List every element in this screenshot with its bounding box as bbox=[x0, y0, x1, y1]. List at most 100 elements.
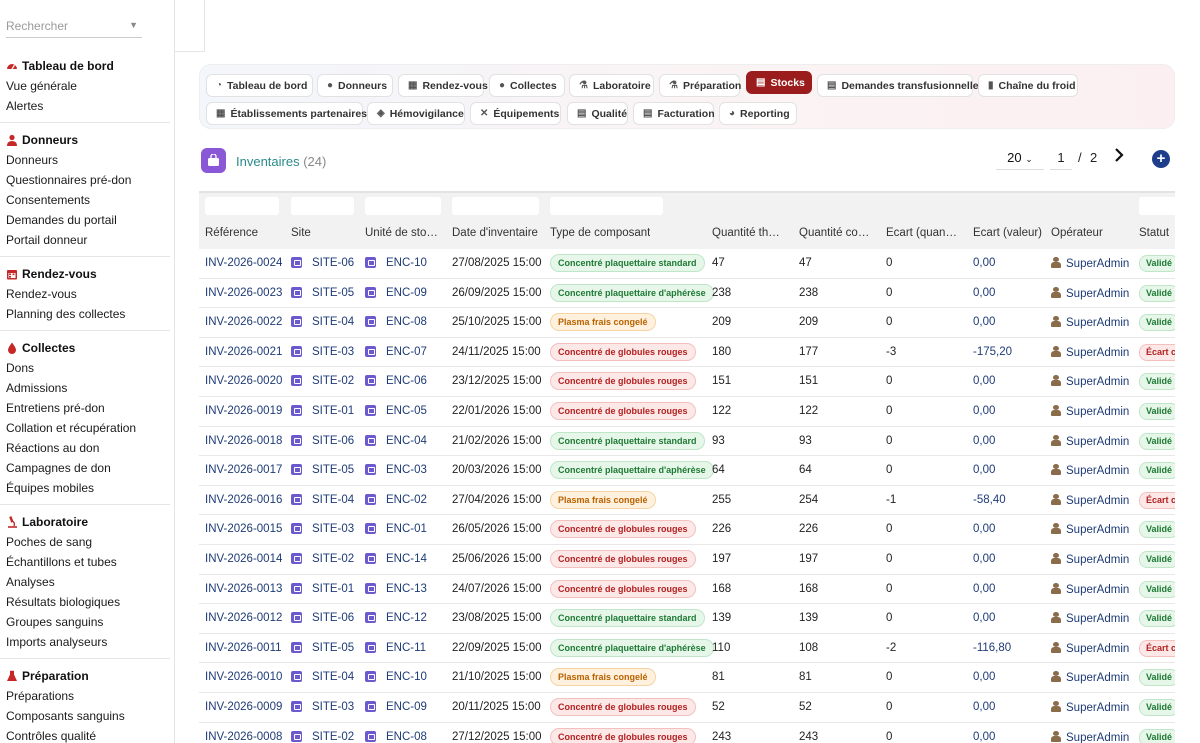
sidebar-item[interactable]: Collation et récupération bbox=[0, 418, 170, 438]
reference-link[interactable]: INV-2026-0016 bbox=[205, 494, 282, 506]
sidebar-section-heading[interactable]: Collectes bbox=[0, 338, 170, 358]
tab-user[interactable]: ● Donneurs bbox=[317, 74, 393, 97]
sidebar-item[interactable]: Questionnaires pré-don bbox=[0, 170, 170, 190]
table-row[interactable]: INV-2026-0021 SITE-03 ENC-07 24/11/2025 15:… bbox=[199, 337, 1175, 368]
table-row[interactable]: INV-2026-0015 SITE-03 ENC-01 26/05/2026 15:… bbox=[199, 515, 1175, 545]
tab-calendar[interactable]: ▦ Rendez-vous bbox=[398, 74, 488, 97]
unit-cell[interactable]: ENC-03 bbox=[365, 464, 427, 476]
operator-cell[interactable]: SuperAdmin bbox=[1051, 464, 1129, 477]
tab-warehouse[interactable]: ▤ Stocks bbox=[746, 71, 812, 94]
operator-cell[interactable]: SuperAdmin bbox=[1051, 582, 1129, 596]
operator-cell[interactable]: SuperAdmin bbox=[1051, 641, 1129, 655]
table-row[interactable]: INV-2026-0009 SITE-03 ENC-09 20/11/2025 15:… bbox=[199, 693, 1175, 723]
filter-date[interactable] bbox=[452, 197, 539, 215]
reference-link[interactable]: INV-2026-0020 bbox=[205, 375, 282, 387]
site-cell[interactable]: SITE-05 bbox=[291, 286, 354, 299]
sidebar-item[interactable]: Planning des collectes bbox=[0, 304, 170, 324]
operator-cell[interactable]: SuperAdmin bbox=[1051, 257, 1129, 270]
column-header[interactable]: Quantité comptée bbox=[799, 227, 871, 239]
unit-cell[interactable]: ENC-08 bbox=[365, 730, 427, 743]
tab-flask[interactable]: ⚗ Préparation bbox=[659, 74, 741, 97]
site-cell[interactable]: SITE-02 bbox=[291, 553, 354, 565]
table-row[interactable]: INV-2026-0018 SITE-06 ENC-04 21/02/2026 15:… bbox=[199, 426, 1175, 457]
unit-cell[interactable]: ENC-04 bbox=[365, 434, 427, 447]
reference-link[interactable]: INV-2026-0010 bbox=[205, 671, 282, 683]
reference-link[interactable]: INV-2026-0009 bbox=[205, 701, 282, 713]
sidebar-item[interactable]: Entretiens pré-don bbox=[0, 398, 170, 418]
tab-invoice[interactable]: ▤ Facturation bbox=[633, 102, 715, 125]
sidebar-item[interactable]: Préparations bbox=[0, 686, 170, 706]
filter-site[interactable] bbox=[291, 197, 354, 215]
site-cell[interactable]: SITE-01 bbox=[291, 582, 354, 595]
reference-link[interactable]: INV-2026-0022 bbox=[205, 316, 282, 328]
sidebar-section-heading[interactable]: Donneurs bbox=[0, 130, 170, 150]
sidebar-item[interactable]: Donneurs bbox=[0, 150, 170, 170]
unit-cell[interactable]: ENC-02 bbox=[365, 493, 427, 506]
table-row[interactable]: INV-2026-0020 SITE-02 ENC-06 23/12/2025 15:… bbox=[199, 367, 1175, 397]
sidebar-item[interactable]: Imports analyseurs bbox=[0, 632, 170, 652]
sidebar-item[interactable]: Résultats biologiques bbox=[0, 592, 170, 612]
table-row[interactable]: INV-2026-0016 SITE-04 ENC-02 27/04/2026 15:… bbox=[199, 485, 1175, 516]
tab-tools[interactable]: ✕ Équipements bbox=[470, 102, 561, 125]
site-cell[interactable]: SITE-03 bbox=[291, 345, 354, 358]
reference-link[interactable]: INV-2026-0012 bbox=[205, 612, 282, 624]
tab-blood-drop[interactable]: ● Collectes bbox=[489, 74, 565, 97]
unit-cell[interactable]: ENC-12 bbox=[365, 612, 427, 624]
reference-link[interactable]: INV-2026-0013 bbox=[205, 583, 282, 595]
reference-link[interactable]: INV-2026-0023 bbox=[205, 287, 282, 299]
add-inventory-button[interactable]: + bbox=[1152, 150, 1170, 168]
column-header[interactable]: Type de composant bbox=[550, 227, 650, 239]
site-cell[interactable]: SITE-02 bbox=[291, 730, 354, 743]
search-input[interactable] bbox=[6, 14, 126, 38]
unit-cell[interactable]: ENC-14 bbox=[365, 553, 427, 565]
tab-microscope[interactable]: ⚗ Laboratoire bbox=[569, 74, 654, 97]
table-row[interactable]: INV-2026-0019 SITE-01 ENC-05 22/01/2026 15:… bbox=[199, 397, 1175, 427]
table-row[interactable]: INV-2026-0010 SITE-04 ENC-10 21/10/2025 15:… bbox=[199, 663, 1175, 693]
sidebar-item[interactable]: Alertes bbox=[0, 96, 170, 116]
tab-chart-pie[interactable]: ◕ Reporting bbox=[719, 102, 797, 125]
operator-cell[interactable]: SuperAdmin bbox=[1051, 493, 1129, 507]
table-row[interactable]: INV-2026-0023 SITE-05 ENC-09 26/09/2025 15:… bbox=[199, 278, 1175, 309]
column-header[interactable]: Opérateur bbox=[1051, 227, 1103, 239]
operator-cell[interactable]: SuperAdmin bbox=[1051, 345, 1129, 359]
reference-link[interactable]: INV-2026-0019 bbox=[205, 405, 282, 417]
sidebar-item[interactable]: Échantillons et tubes bbox=[0, 552, 170, 572]
operator-cell[interactable]: SuperAdmin bbox=[1051, 434, 1129, 448]
reference-link[interactable]: INV-2026-0008 bbox=[205, 731, 282, 743]
sidebar-item[interactable]: Groupes sanguins bbox=[0, 612, 170, 632]
reference-link[interactable]: INV-2026-0015 bbox=[205, 523, 282, 535]
site-cell[interactable]: SITE-02 bbox=[291, 375, 354, 387]
reference-link[interactable]: INV-2026-0024 bbox=[205, 257, 282, 269]
column-header[interactable]: Quantité théorique bbox=[712, 227, 786, 239]
sidebar-item[interactable]: Équipes mobiles bbox=[0, 478, 170, 498]
unit-cell[interactable]: ENC-05 bbox=[365, 405, 427, 417]
unit-cell[interactable]: ENC-10 bbox=[365, 257, 427, 269]
operator-cell[interactable]: SuperAdmin bbox=[1051, 375, 1129, 388]
operator-cell[interactable]: SuperAdmin bbox=[1051, 730, 1129, 743]
sidebar-item[interactable]: Demandes du portail bbox=[0, 210, 170, 230]
operator-cell[interactable]: SuperAdmin bbox=[1051, 286, 1129, 300]
sidebar-item[interactable]: Vue générale bbox=[0, 76, 170, 96]
tab-shield[interactable]: ◈ Hémovigilance bbox=[367, 102, 465, 125]
column-header[interactable]: Date d'inventaire bbox=[452, 227, 538, 239]
reference-link[interactable]: INV-2026-0018 bbox=[205, 435, 282, 447]
tab-clipboard[interactable]: ▤ Qualité bbox=[567, 102, 628, 125]
sidebar-section-heading[interactable]: Rendez-vous bbox=[0, 264, 170, 284]
sidebar-item[interactable]: Dons bbox=[0, 358, 170, 378]
unit-cell[interactable]: ENC-13 bbox=[365, 582, 427, 595]
column-header[interactable]: Écart (valeur) bbox=[973, 227, 1042, 239]
unit-cell[interactable]: ENC-07 bbox=[365, 345, 427, 358]
unit-cell[interactable]: ENC-06 bbox=[365, 375, 427, 387]
reference-link[interactable]: INV-2026-0017 bbox=[205, 464, 282, 476]
site-cell[interactable]: SITE-06 bbox=[291, 257, 354, 269]
site-cell[interactable]: SITE-06 bbox=[291, 434, 354, 447]
sidebar-section-heading[interactable]: Tableau de bord bbox=[0, 56, 170, 76]
sidebar-item[interactable]: Poches de sang bbox=[0, 532, 170, 552]
column-header[interactable]: Référence bbox=[205, 227, 258, 239]
operator-cell[interactable]: SuperAdmin bbox=[1051, 553, 1129, 566]
site-cell[interactable]: SITE-03 bbox=[291, 523, 354, 535]
column-header[interactable]: Site bbox=[291, 227, 311, 239]
sidebar-item[interactable]: Campagnes de don bbox=[0, 458, 170, 478]
site-cell[interactable]: SITE-06 bbox=[291, 612, 354, 624]
table-row[interactable]: INV-2026-0014 SITE-02 ENC-14 25/06/2026 15:… bbox=[199, 545, 1175, 575]
